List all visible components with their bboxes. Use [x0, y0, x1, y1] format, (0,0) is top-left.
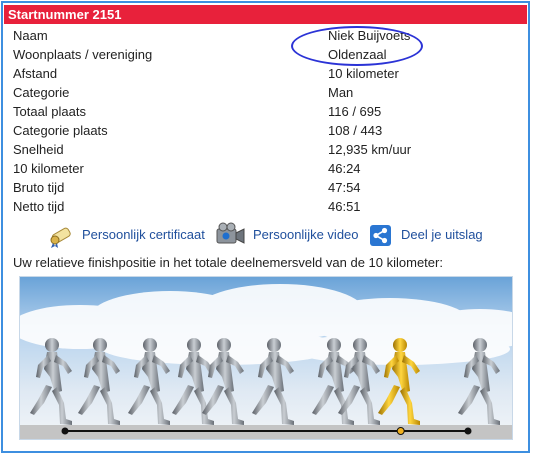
result-details: Naam Niek Buijvoets Woonplaats / verenig…	[13, 26, 513, 216]
detail-row-woonplaats: Woonplaats / vereniging Oldenzaal	[13, 45, 513, 64]
share-icon[interactable]	[370, 225, 391, 246]
track-start-dot	[61, 427, 69, 435]
detail-label: Netto tijd	[13, 199, 65, 214]
detail-row-bruto-tijd: Bruto tijd 47:54	[13, 178, 513, 197]
detail-label: Categorie plaats	[13, 123, 108, 138]
detail-label: Totaal plaats	[13, 104, 86, 119]
detail-label: Categorie	[13, 85, 70, 100]
startnummer-header: Startnummer 2151	[4, 5, 527, 24]
detail-value: 46:51	[328, 199, 361, 214]
certificate-scroll-icon[interactable]	[46, 222, 74, 248]
detail-label: Naam	[13, 28, 48, 43]
detail-row-netto-tijd: Netto tijd 46:51	[13, 197, 513, 216]
detail-row-10-kilometer: 10 kilometer 46:24	[13, 159, 513, 178]
detail-value: 46:24	[328, 161, 361, 176]
detail-row-naam: Naam Niek Buijvoets	[13, 26, 513, 45]
share-link[interactable]: Deel je uitslag	[401, 226, 483, 244]
detail-value: 47:54	[328, 180, 361, 195]
finish-position-graphic	[19, 276, 513, 440]
detail-label: Snelheid	[13, 142, 64, 157]
detail-row-snelheid: Snelheid 12,935 km/uur	[13, 140, 513, 159]
finish-position-marker	[396, 427, 405, 435]
detail-label: Woonplaats / vereniging	[13, 47, 153, 62]
detail-value: 108 / 443	[328, 123, 383, 138]
detail-row-categorie-plaats: Categorie plaats 108 / 443	[13, 121, 513, 140]
runner-illustration	[20, 277, 512, 439]
video-camera-icon[interactable]	[214, 222, 246, 248]
detail-row-totaal-plaats: Totaal plaats 116 / 695	[13, 102, 513, 121]
action-links: Persoonlijk certificaat Persoonlijke vid…	[0, 222, 535, 248]
detail-row-categorie: Categorie Man	[13, 83, 513, 102]
track-end-dot	[464, 427, 472, 435]
name-highlight-ellipse	[291, 26, 423, 66]
detail-label: Bruto tijd	[13, 180, 65, 195]
detail-value: 116 / 695	[328, 104, 382, 119]
detail-value: Man	[328, 85, 354, 100]
detail-label: Afstand	[13, 66, 58, 81]
finish-position-caption: Uw relatieve finishpositie in het totale…	[13, 255, 443, 270]
detail-value: 12,935 km/uur	[328, 142, 412, 157]
detail-label: 10 kilometer	[13, 161, 84, 176]
detail-value: 10 kilometer	[328, 66, 399, 81]
video-link[interactable]: Persoonlijke video	[253, 226, 359, 244]
detail-row-afstand: Afstand 10 kilometer	[13, 64, 513, 83]
certificate-link[interactable]: Persoonlijk certificaat	[82, 226, 205, 244]
